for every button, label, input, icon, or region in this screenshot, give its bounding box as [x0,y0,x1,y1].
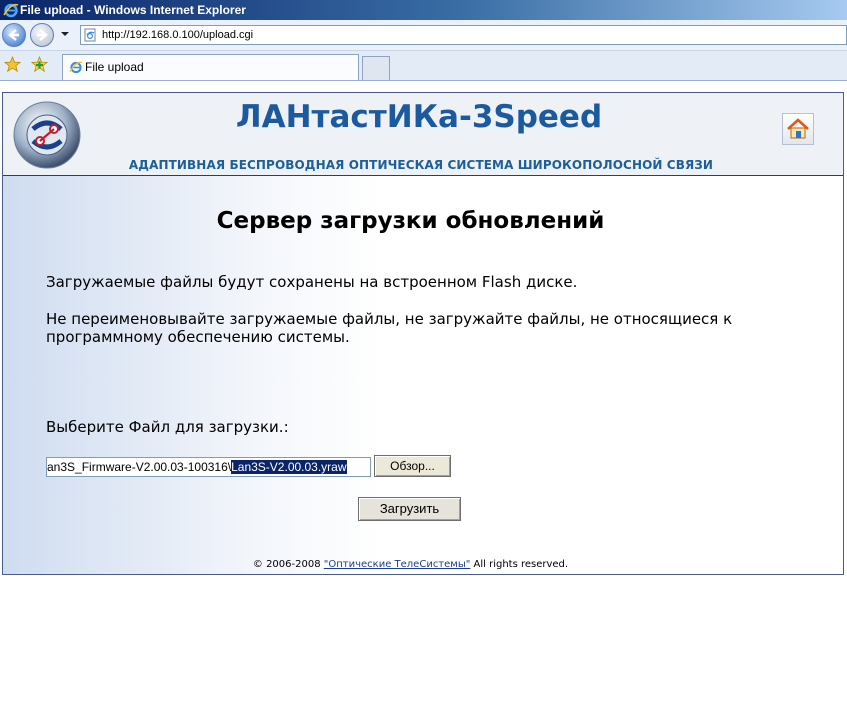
upload-button[interactable]: Загрузить [358,497,461,521]
add-favorites-icon[interactable] [31,56,48,73]
info-text-flash: Загружаемые файлы будут сохранены на вст… [46,273,578,291]
site-header: ЛАНтастИКа-3Speed АДАПТИВНАЯ БЕСПРОВОДНА… [3,93,843,176]
tab-label: File upload [85,60,144,74]
footer: © 2006-2008 "Оптические ТелеСистемы" All… [252,559,569,570]
choose-file-label: Выберите Файл для загрузки.: [46,418,289,436]
file-path-selected-text: Lan3S-V2.00.03.yraw [231,460,347,474]
file-path-text: an3S_Firmware-V2.00.03-100316\ [47,460,232,474]
recent-pages-dropdown-icon[interactable] [61,32,69,36]
address-url[interactable]: http://192.168.0.100/upload.cgi [102,26,253,44]
window-title: File upload - Windows Internet Explorer [20,3,246,17]
file-path-input[interactable]: an3S_Firmware-V2.00.03-100316\Lan3S-V2.0… [46,457,371,477]
arrow-right-icon [37,29,48,41]
brand-title: ЛАНтастИКа-3Speed [235,99,603,135]
ie-page-icon [69,61,83,74]
brand-subtitle: АДАПТИВНАЯ БЕСПРОВОДНАЯ ОПТИЧЕСКАЯ СИСТЕ… [128,158,714,172]
home-icon [787,118,809,139]
page-frame: ЛАНтастИКа-3Speed АДАПТИВНАЯ БЕСПРОВОДНА… [2,92,844,575]
new-tab-button[interactable] [362,56,390,80]
tab-bar: File upload [0,51,847,81]
footer-company-link[interactable]: "Оптические ТелеСистемы" [324,559,471,570]
window-titlebar: File upload - Windows Internet Explorer [0,0,847,20]
favorites-star-icon[interactable] [4,56,21,73]
browse-button[interactable]: Обзор... [374,455,451,477]
ie-icon [3,3,19,18]
warning-text: Не переименовывайте загружаемые файлы, н… [46,310,733,346]
home-button[interactable] [782,113,814,145]
arrow-left-icon [8,29,19,41]
page-icon [84,28,96,42]
back-button[interactable] [2,23,26,47]
navigation-bar: http://192.168.0.100/upload.cgi [0,20,847,51]
forward-button[interactable] [30,23,54,47]
page-heading: Сервер загрузки обновлений [216,208,605,234]
address-bar[interactable]: http://192.168.0.100/upload.cgi [80,25,847,45]
main-content: Сервер загрузки обновлений Загружаемые ф… [3,176,843,574]
tab-file-upload[interactable]: File upload [62,54,359,80]
